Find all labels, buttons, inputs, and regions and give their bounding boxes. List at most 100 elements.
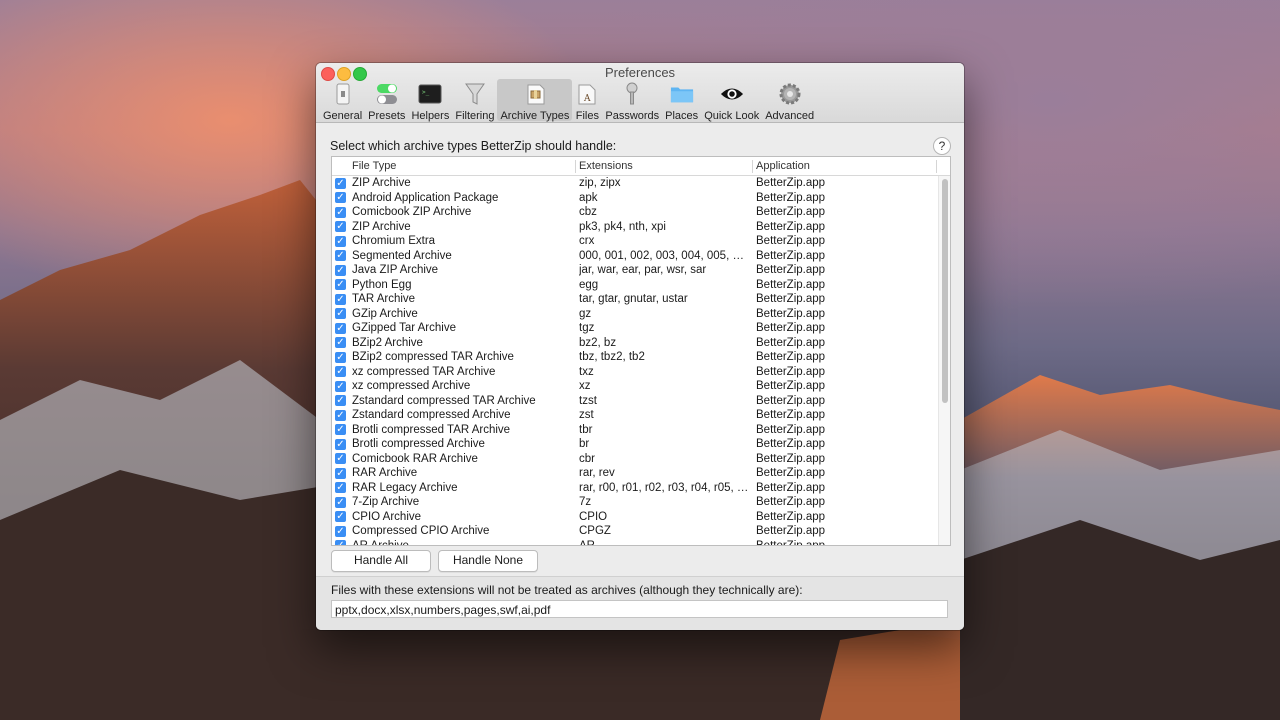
handle-checkbox[interactable]: ✓ (335, 192, 346, 203)
handle-checkbox[interactable]: ✓ (335, 525, 346, 537)
handle-checkbox[interactable]: ✓ (335, 380, 346, 392)
application-cell: BetterZip.app (756, 191, 826, 204)
preferences-window: Preferences General Presets >_ Helpers F… (316, 63, 964, 630)
table-row[interactable]: ✓ BZip2 Archive bz2, bz BetterZip.app (332, 336, 938, 351)
handle-checkbox[interactable]: ✓ (335, 438, 346, 450)
file-type-cell: BZip2 Archive (352, 336, 423, 349)
tab-archive-types[interactable]: Archive Types (497, 79, 573, 122)
table-row[interactable]: ✓ Java ZIP Archive jar, war, ear, par, wsr… (332, 263, 938, 278)
tab-filtering[interactable]: Filtering (452, 79, 497, 122)
handle-checkbox[interactable]: ✓ (335, 453, 346, 464)
handle-checkbox[interactable]: ✓ (335, 395, 346, 406)
toggles-icon (375, 82, 399, 106)
application-cell: BetterZip.app (756, 336, 826, 349)
table-row[interactable]: ✓ Comicbook ZIP Archive cbz BetterZip.app (332, 205, 938, 220)
application-cell: BetterZip.app (756, 264, 826, 276)
help-button[interactable]: ? (933, 137, 951, 155)
handle-checkbox[interactable]: ✓ (335, 206, 346, 218)
table-row[interactable]: ✓ xz compressed Archive xz BetterZip.app (332, 379, 938, 394)
extensions-cell: AR (579, 539, 749, 546)
table-row[interactable]: ✓ Brotli compressed Archive br BetterZip.ap… (332, 437, 938, 452)
handle-checkbox[interactable]: ✓ (335, 496, 346, 508)
tab-general[interactable]: General (320, 79, 365, 122)
extensions-cell: cbz (579, 206, 597, 218)
tab-places[interactable]: Places (662, 79, 701, 122)
handle-checkbox[interactable]: ✓ (335, 366, 346, 377)
tab-files[interactable]: A Files (572, 79, 602, 122)
table-row[interactable]: ✓ GZip Archive gz BetterZip.app (332, 307, 938, 322)
tab-advanced[interactable]: Advanced (762, 79, 817, 122)
vertical-scrollbar[interactable] (938, 176, 950, 545)
table-row[interactable]: ✓ Zstandard compressed Archive zst BetterZi… (332, 408, 938, 423)
table-row[interactable]: ✓ CPIO Archive CPIO BetterZip.app (332, 510, 938, 525)
extensions-cell: rar, r00, r01, r02, r03, r04, r05, r06, … (579, 481, 749, 494)
table-row[interactable]: ✓ TAR Archive tar, gtar, gnutar, ustar Bett… (332, 292, 938, 307)
table-row[interactable]: ✓ Python Egg egg BetterZip.app (332, 278, 938, 293)
handle-checkbox[interactable]: ✓ (335, 250, 346, 261)
handle-checkbox[interactable]: ✓ (335, 279, 346, 290)
handle-checkbox[interactable]: ✓ (335, 511, 346, 522)
handle-checkbox[interactable]: ✓ (335, 221, 346, 232)
funnel-icon (463, 82, 487, 106)
handle-checkbox[interactable]: ✓ (335, 467, 346, 479)
archive-types-table: File Type Extensions Application ✓ ZIP Ar… (331, 156, 951, 546)
handle-checkbox[interactable]: ✓ (335, 235, 346, 247)
table-row[interactable]: ✓ 7-Zip Archive 7z BetterZip.app (332, 495, 938, 510)
table-row[interactable]: ✓ Android Application Package apk BetterZip… (332, 191, 938, 206)
table-row[interactable]: ✓ Brotli compressed TAR Archive tbr BetterZ… (332, 423, 938, 438)
tab-files-label: Files (575, 110, 599, 122)
column-header-application[interactable]: Application (756, 160, 810, 172)
handle-checkbox[interactable]: ✓ (335, 177, 346, 189)
table-row[interactable]: ✓ Chromium Extra crx BetterZip.app (332, 234, 938, 249)
file-type-cell: 7-Zip Archive (352, 496, 420, 508)
table-row[interactable]: ✓ xz compressed TAR Archive txz BetterZip.a… (332, 365, 938, 380)
table-row[interactable]: ✓ ZIP Archive pk3, pk4, nth, xpi BetterZip.… (332, 220, 938, 235)
handle-all-button[interactable]: Handle All (331, 550, 431, 572)
tab-passwords[interactable]: Passwords (602, 79, 662, 122)
column-header-file-type[interactable]: File Type (352, 160, 396, 172)
handle-checkbox[interactable]: ✓ (335, 351, 346, 363)
handle-checkbox[interactable]: ✓ (335, 308, 346, 319)
handle-checkbox[interactable]: ✓ (335, 482, 346, 493)
handle-checkbox[interactable]: ✓ (335, 337, 346, 348)
folder-icon (670, 82, 694, 106)
table-row[interactable]: ✓ AR Archive AR BetterZip.app (332, 539, 938, 546)
column-header-extensions[interactable]: Extensions (579, 160, 633, 172)
table-row[interactable]: ✓ RAR Legacy Archive rar, r00, r01, r02, r… (332, 481, 938, 496)
handle-checkbox[interactable]: ✓ (335, 409, 346, 421)
gear-icon (778, 82, 802, 106)
handle-none-button[interactable]: Handle None (438, 550, 538, 572)
table-row[interactable]: ✓ Compressed CPIO Archive CPGZ BetterZip.ap… (332, 524, 938, 539)
handle-checkbox[interactable]: ✓ (335, 293, 346, 305)
application-cell: BetterZip.app (756, 394, 826, 407)
tab-presets[interactable]: Presets (365, 79, 408, 122)
file-type-cell: AR Archive (352, 539, 409, 546)
scrollbar-thumb[interactable] (942, 179, 948, 403)
application-cell: BetterZip.app (756, 481, 826, 494)
extensions-cell: 000, 001, 002, 003, 004, 005, 006, 0... (579, 249, 749, 262)
handle-checkbox[interactable]: ✓ (335, 540, 346, 545)
terminal-icon: >_ (418, 82, 442, 106)
table-row[interactable]: ✓ GZipped Tar Archive tgz BetterZip.app (332, 321, 938, 336)
file-type-cell: Android Application Package (352, 191, 499, 204)
handle-checkbox[interactable]: ✓ (335, 264, 346, 276)
application-cell: BetterZip.app (756, 467, 826, 479)
table-row[interactable]: ✓ ZIP Archive zip, zipx BetterZip.app (332, 176, 938, 191)
extensions-cell: cbr (579, 452, 595, 465)
table-row[interactable]: ✓ Zstandard compressed TAR Archive tzst Bet… (332, 394, 938, 409)
document-icon: A (575, 82, 599, 106)
extensions-cell: 7z (579, 496, 592, 508)
table-row[interactable]: ✓ Segmented Archive 000, 001, 002, 003, 00… (332, 249, 938, 264)
file-type-cell: ZIP Archive (352, 177, 411, 189)
tab-quick-look[interactable]: Quick Look (701, 79, 762, 122)
tab-helpers[interactable]: >_ Helpers (408, 79, 452, 122)
file-type-cell: GZipped Tar Archive (352, 322, 456, 334)
table-row[interactable]: ✓ RAR Archive rar, rev BetterZip.app (332, 466, 938, 481)
preference-tabs: General Presets >_ Helpers Filtering Arc… (320, 79, 817, 122)
table-row[interactable]: ✓ BZip2 compressed TAR Archive tbz, tbz2, … (332, 350, 938, 365)
extensions-cell: crx (579, 235, 595, 247)
excluded-extensions-field[interactable]: pptx,docx,xlsx,numbers,pages,swf,ai,pdf (331, 600, 948, 618)
handle-checkbox[interactable]: ✓ (335, 322, 346, 334)
handle-checkbox[interactable]: ✓ (335, 424, 346, 435)
table-row[interactable]: ✓ Comicbook RAR Archive cbr BetterZip.app (332, 452, 938, 467)
